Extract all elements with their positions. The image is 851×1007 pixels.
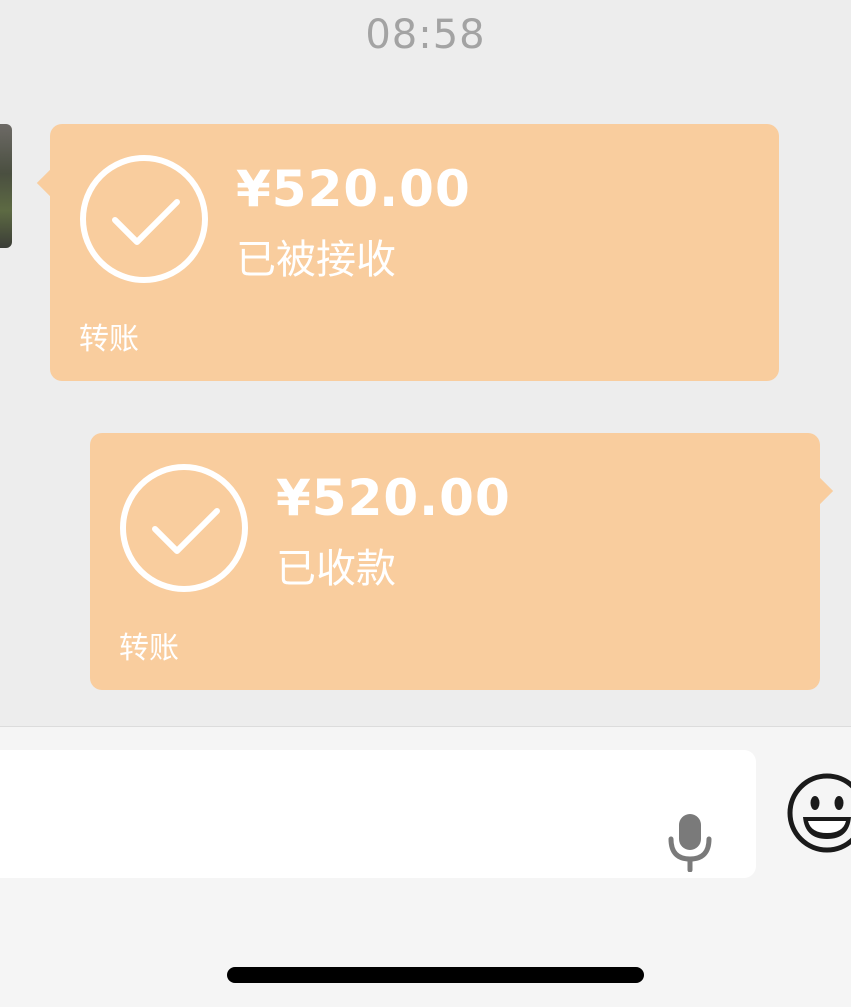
chat-input-bar xyxy=(0,726,851,1007)
timestamp: 08:58 xyxy=(365,12,486,58)
check-circle-icon xyxy=(120,464,248,592)
bubble-tail xyxy=(36,168,66,198)
transfer-status: 已收款 xyxy=(276,546,396,592)
transfer-status: 已被接收 xyxy=(236,237,396,283)
transfer-amount: ¥520.00 xyxy=(276,469,511,527)
microphone-icon[interactable] xyxy=(666,812,714,872)
home-indicator xyxy=(227,967,644,983)
transfer-label: 转账 xyxy=(79,322,139,357)
transfer-message-received[interactable]: ¥520.00 已被接收 转账 xyxy=(36,124,779,381)
avatar[interactable] xyxy=(0,124,12,248)
transfer-message-sent[interactable]: ¥520.00 已收款 转账 xyxy=(90,433,834,690)
smiley-face-icon[interactable] xyxy=(785,771,851,855)
check-circle-icon xyxy=(80,155,208,283)
message-input[interactable] xyxy=(0,750,756,878)
bubble-tail xyxy=(804,476,834,506)
transfer-amount: ¥520.00 xyxy=(236,160,471,218)
transfer-label: 转账 xyxy=(119,631,179,666)
